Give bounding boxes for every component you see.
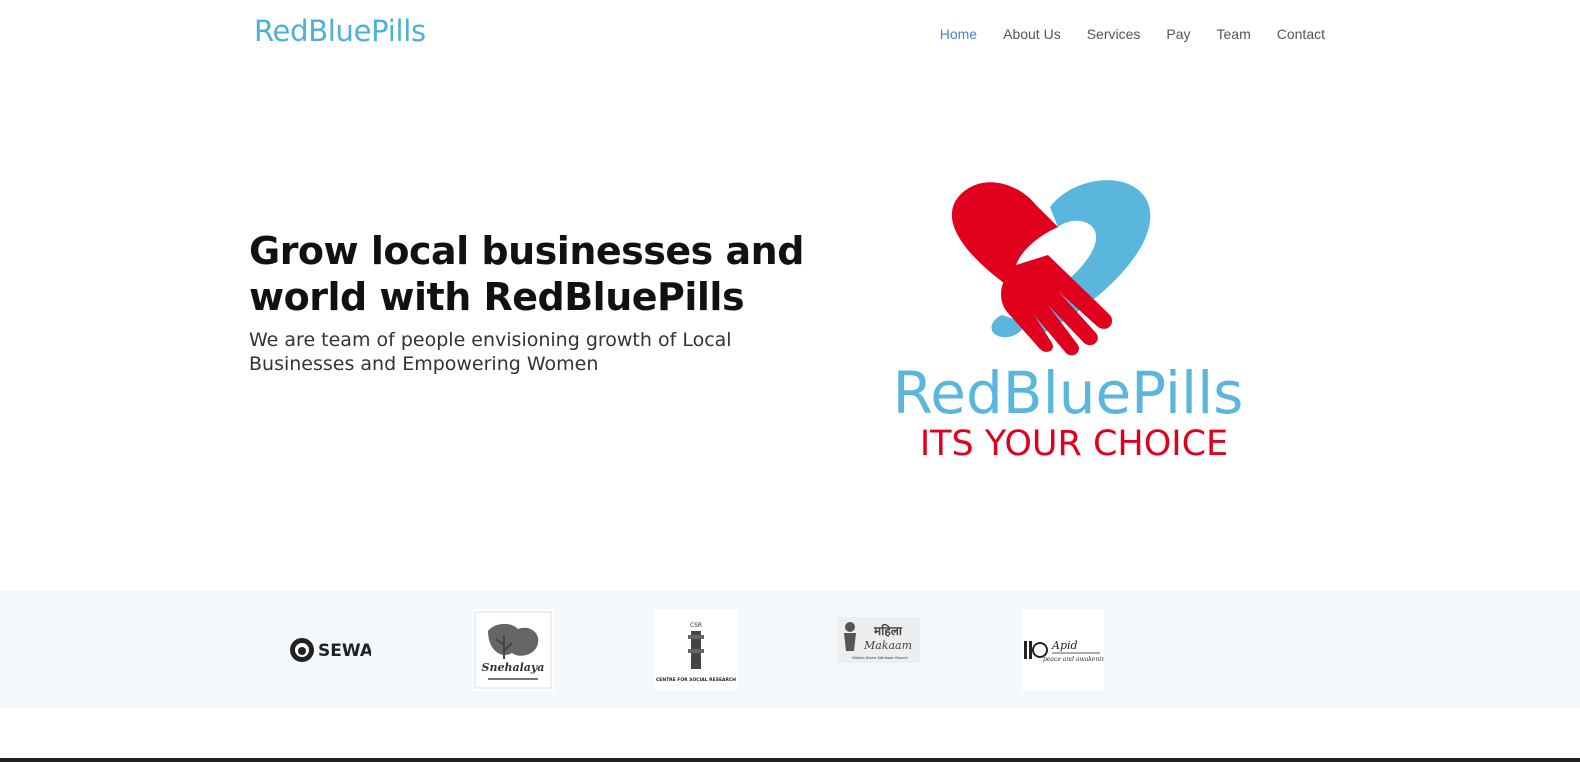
partner-logo-apid: Apid peace and awakening xyxy=(1022,609,1104,691)
svg-text:peace and awakening: peace and awakening xyxy=(1043,656,1104,663)
nav-services[interactable]: Services xyxy=(1087,26,1141,42)
logo-tagline: ITS YOUR CHOICE xyxy=(920,424,1228,464)
svg-text:Snehalaya: Snehalaya xyxy=(482,661,545,674)
partner-logo-csr: CSR CENTRE FOR SOCIAL RESEARCH xyxy=(655,609,737,691)
nav-home[interactable]: Home xyxy=(940,26,977,42)
partner-logo-mkam: महिला Makaam Mahila Kisan Adhikaar Manch xyxy=(838,617,920,663)
handshake-heart-logo: RedBluePills ITS YOUR CHOICE xyxy=(893,180,1244,464)
svg-text:CSR: CSR xyxy=(690,622,702,629)
partner-logo-sewa: SEWA xyxy=(289,609,371,691)
main-nav: Home About Us Services Pay Team Contact xyxy=(940,26,1325,42)
svg-text:Makaam: Makaam xyxy=(863,639,912,652)
page-bottom-bar xyxy=(0,758,1580,762)
nav-team[interactable]: Team xyxy=(1217,26,1251,42)
svg-text:Mahila Kisan Adhikaar Manch: Mahila Kisan Adhikaar Manch xyxy=(852,655,908,660)
svg-text:Apid: Apid xyxy=(1051,639,1078,652)
hero-subtitle: We are team of people envisioning growth… xyxy=(249,329,732,375)
hero-title: Grow local businesses and world with Red… xyxy=(249,229,804,319)
nav-contact[interactable]: Contact xyxy=(1277,26,1325,42)
brand-logo-text[interactable]: RedBluePills xyxy=(254,14,426,48)
partner-logo-snehalaya: Snehalaya xyxy=(472,609,554,691)
svg-text:SEWA: SEWA xyxy=(318,641,371,661)
partners-strip: SEWA Snehalaya CSR CENTRE FOR SOCIAL RES… xyxy=(0,591,1580,708)
logo-wordmark: RedBluePills xyxy=(893,359,1244,427)
site-header: RedBluePills Home About Us Services Pay … xyxy=(0,0,1580,70)
nav-about-us[interactable]: About Us xyxy=(1003,26,1061,42)
svg-text:CENTRE FOR SOCIAL RESEARCH: CENTRE FOR SOCIAL RESEARCH xyxy=(656,677,736,683)
svg-text:महिला: महिला xyxy=(873,624,903,638)
hero-logo-image: RedBluePills ITS YOUR CHOICE xyxy=(812,165,1322,475)
nav-pay[interactable]: Pay xyxy=(1166,26,1190,42)
